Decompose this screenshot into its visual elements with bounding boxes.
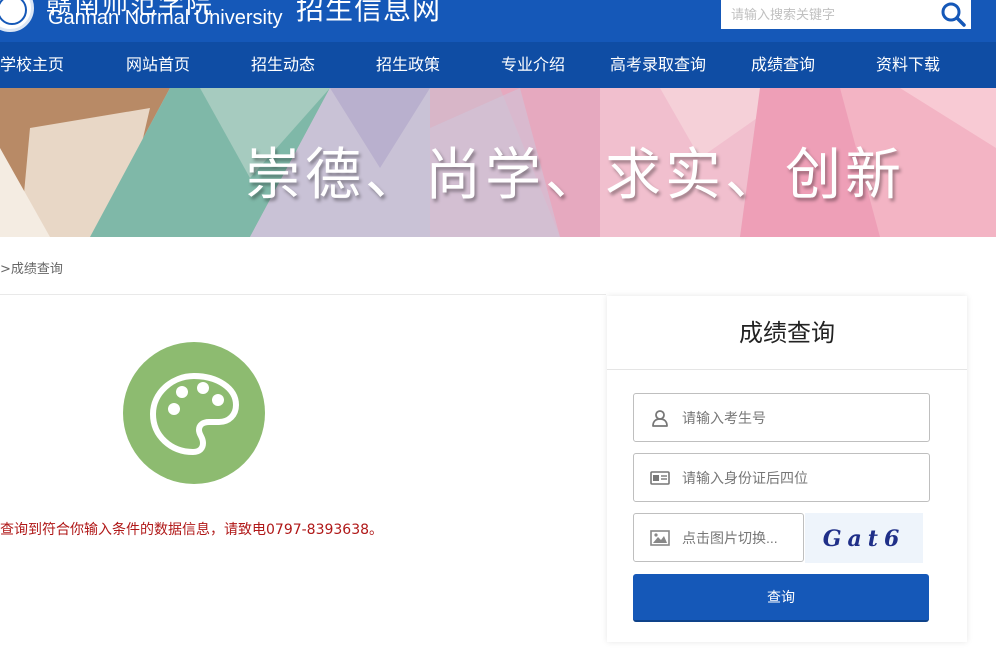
image-icon bbox=[650, 530, 670, 546]
search-icon bbox=[941, 2, 966, 27]
result-message: 查询到符合你输入条件的数据信息，请致电0797-8393638。 bbox=[0, 522, 384, 538]
exam-number-field bbox=[633, 393, 930, 442]
nav-item-site-home[interactable]: 网站首页 bbox=[126, 42, 190, 88]
nav-item-school-home[interactable]: 学校主页 bbox=[0, 42, 64, 88]
nav-item-majors[interactable]: 专业介绍 bbox=[501, 42, 565, 88]
exam-number-input[interactable] bbox=[682, 394, 922, 441]
university-name-en: Gannan Normal University bbox=[48, 7, 283, 29]
id-card-icon bbox=[650, 471, 670, 485]
banner-motto: 崇德、尚学、求实、创新 bbox=[245, 143, 905, 208]
site-title: 招生信息网 bbox=[296, 0, 442, 26]
id-last4-input[interactable] bbox=[682, 454, 922, 501]
id-last4-field bbox=[633, 453, 930, 502]
palette-icon bbox=[123, 342, 265, 484]
captcha-input[interactable] bbox=[682, 514, 800, 561]
breadcrumb: >成绩查询 bbox=[0, 262, 63, 277]
nav-item-score-query[interactable]: 成绩查询 bbox=[751, 42, 815, 88]
main-nav: 学校主页 网站首页 招生动态 招生政策 专业介绍 高考录取查询 成绩查询 资料下… bbox=[0, 42, 996, 88]
score-query-panel: 成绩查询 Gat6 查询 bbox=[607, 296, 967, 642]
search-input[interactable] bbox=[721, 0, 931, 29]
nav-item-admission-news[interactable]: 招生动态 bbox=[251, 42, 315, 88]
site-header: 赣南师范学院 Gannan Normal University 招生信息网 bbox=[0, 0, 996, 42]
captcha-field bbox=[633, 513, 804, 562]
search-button[interactable] bbox=[939, 1, 967, 27]
captcha-image[interactable]: Gat6 bbox=[805, 513, 923, 563]
nav-item-admission-policy[interactable]: 招生政策 bbox=[376, 42, 440, 88]
university-seal-logo[interactable] bbox=[0, 0, 34, 32]
nav-item-downloads[interactable]: 资料下载 bbox=[876, 42, 940, 88]
nav-item-admission-query[interactable]: 高考录取查询 bbox=[610, 42, 706, 88]
motto-banner: 崇德、尚学、求实、创新 bbox=[0, 88, 996, 237]
query-submit-button[interactable]: 查询 bbox=[633, 574, 929, 622]
captcha-image-text: Gat6 bbox=[822, 526, 906, 552]
search-box bbox=[721, 0, 971, 29]
panel-title: 成绩查询 bbox=[607, 296, 967, 370]
content-divider bbox=[0, 294, 606, 295]
user-icon bbox=[652, 410, 668, 427]
